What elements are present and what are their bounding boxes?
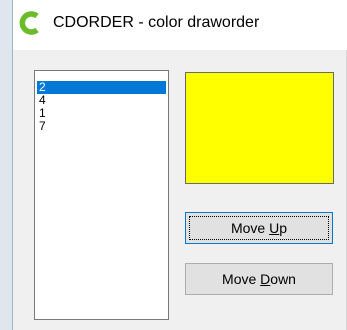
move-down-button[interactable]: Move Down [185, 263, 333, 295]
list-item[interactable]: 1 [37, 107, 166, 120]
window-left-border [0, 0, 13, 330]
list-item[interactable]: 2 [37, 81, 166, 94]
move-down-label: Move Down [222, 271, 296, 287]
list-item[interactable]: 7 [37, 120, 166, 133]
app-window: CDORDER - color draworder 2 4 1 7 Move U… [0, 0, 347, 330]
move-up-button[interactable]: Move Up [185, 212, 333, 244]
color-swatch [185, 72, 334, 184]
move-up-label: Move Up [230, 220, 288, 236]
cdorder-c-icon [19, 11, 39, 35]
color-order-listbox[interactable]: 2 4 1 7 [34, 70, 169, 320]
window-title: CDORDER - color draworder [53, 14, 260, 31]
list-item[interactable]: 4 [37, 94, 166, 107]
